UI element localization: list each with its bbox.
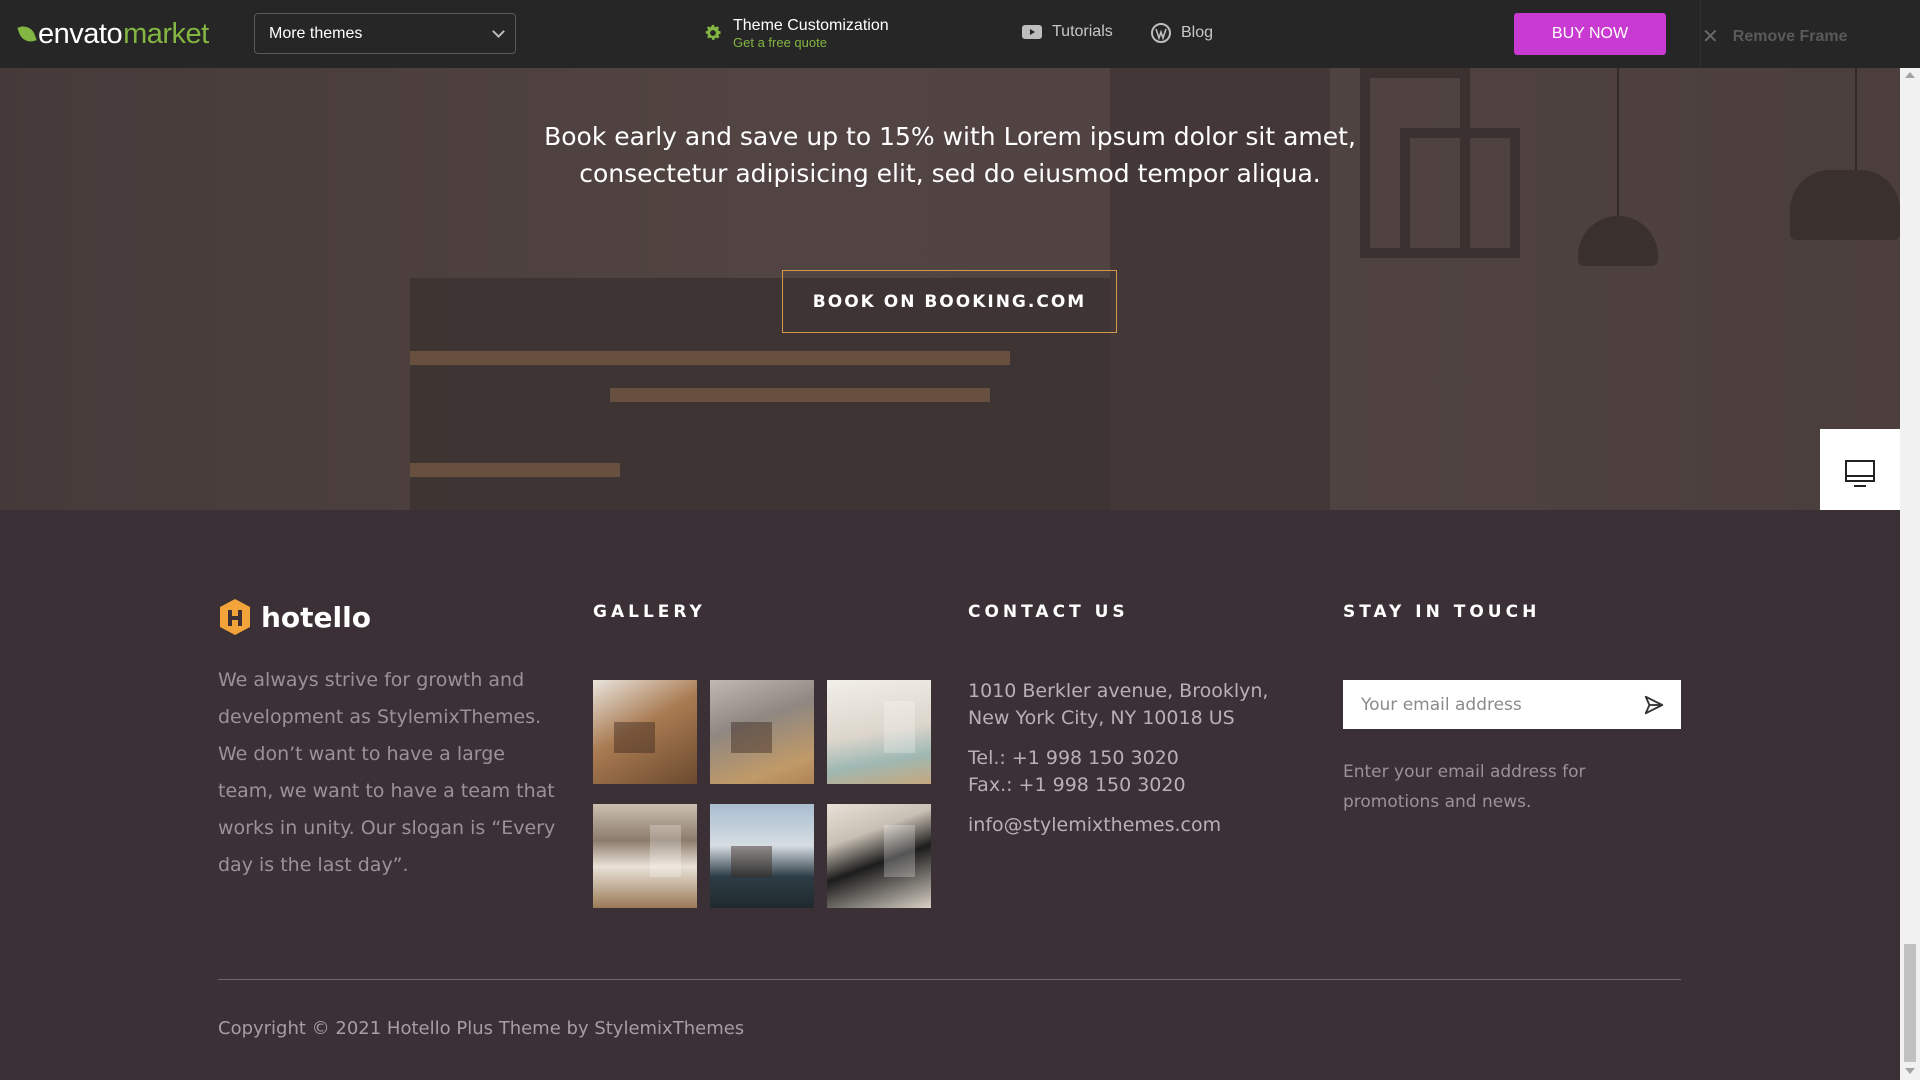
- about-text: We always strive for growth and developm…: [218, 669, 556, 876]
- gear-icon: [705, 24, 721, 40]
- envato-leaf-icon: [17, 23, 37, 45]
- contact-email[interactable]: info@stylemixthemes.com: [968, 812, 1221, 839]
- scrollbar-thumb[interactable]: [1904, 944, 1916, 1062]
- remove-frame-link[interactable]: ✕ Remove Frame: [1702, 24, 1847, 49]
- contact-heading: CONTACT US: [968, 602, 1129, 622]
- envato-preview-bar: envato market More themes Theme Customiz…: [0, 0, 1920, 68]
- chevron-down-icon: [492, 25, 505, 38]
- copyright-text: Copyright © 2021 Hotello Plus Theme by S…: [218, 1018, 745, 1039]
- more-themes-dropdown[interactable]: More themes: [254, 13, 516, 54]
- customization-title: Theme Customization: [733, 17, 889, 34]
- buy-now-button[interactable]: BUY NOW: [1514, 13, 1666, 55]
- scroll-up-arrow-icon[interactable]: [1905, 72, 1915, 78]
- gallery-heading: GALLERY: [593, 602, 706, 622]
- send-icon[interactable]: [1643, 694, 1665, 716]
- portrait-art-photo[interactable]: [827, 804, 931, 908]
- contact-fax: Fax.: +1 998 150 3020: [968, 774, 1186, 796]
- youtube-icon: [1022, 25, 1042, 39]
- tutorials-label: Tutorials: [1052, 23, 1113, 40]
- blog-label: Blog: [1181, 24, 1214, 41]
- stay-in-touch-heading: STAY IN TOUCH: [1343, 602, 1541, 622]
- book-on-booking-button[interactable]: BOOK ON BOOKING.COM: [782, 270, 1117, 333]
- dining-room-photo[interactable]: [593, 680, 697, 784]
- envato-market-logo[interactable]: envato market: [17, 16, 209, 52]
- brand-main: envato: [38, 17, 123, 50]
- newsletter-email-input[interactable]: [1361, 694, 1631, 715]
- tutorials-link[interactable]: Tutorials: [1022, 23, 1113, 41]
- theme-customization-link[interactable]: Theme Customization Get a free quote: [703, 17, 889, 50]
- footer-divider: [218, 979, 1681, 980]
- monitor-icon[interactable]: [1843, 457, 1877, 491]
- hero-promo-text: Book early and save up to 15% with Lorem…: [544, 122, 1356, 188]
- hotello-logo-icon: [220, 599, 250, 635]
- page-scrollbar[interactable]: [1900, 68, 1920, 1080]
- living-room-photo[interactable]: [827, 680, 931, 784]
- site-footer: hotello We always strive for growth and …: [0, 510, 1900, 1080]
- contact-tel[interactable]: Tel.: +1 998 150 3020: [968, 745, 1186, 772]
- window-view-photo[interactable]: [710, 804, 814, 908]
- bedroom-photo[interactable]: [593, 804, 697, 908]
- customization-subtitle: Get a free quote: [733, 35, 827, 50]
- booking-hero: Book early and save up to 15% with Lorem…: [0, 68, 1900, 510]
- address-line-1: 1010 Berkler avenue, Brooklyn,: [968, 680, 1269, 702]
- more-themes-label: More themes: [269, 24, 363, 42]
- armchair-photo[interactable]: [710, 680, 814, 784]
- remove-frame-label: Remove Frame: [1732, 27, 1848, 45]
- brand-sub: market: [123, 17, 209, 50]
- contact-address: 1010 Berkler avenue, Brooklyn, New York …: [968, 678, 1268, 732]
- address-line-2: New York City, NY 10018 US: [968, 707, 1235, 729]
- wordpress-icon: [1151, 23, 1171, 43]
- newsletter-note: Enter your email address for promotions …: [1343, 762, 1586, 812]
- hotello-logo-text: hotello: [261, 600, 371, 634]
- newsletter-form: [1343, 680, 1681, 729]
- topbar-divider: [1700, 0, 1701, 68]
- hotello-logo[interactable]: hotello: [218, 598, 371, 636]
- scroll-down-arrow-icon[interactable]: [1905, 1068, 1915, 1074]
- gallery-grid: [593, 680, 931, 908]
- contact-phones: Tel.: +1 998 150 3020 Fax.: +1 998 150 3…: [968, 745, 1186, 799]
- blog-link[interactable]: Blog: [1151, 23, 1213, 43]
- close-icon: ✕: [1702, 26, 1719, 48]
